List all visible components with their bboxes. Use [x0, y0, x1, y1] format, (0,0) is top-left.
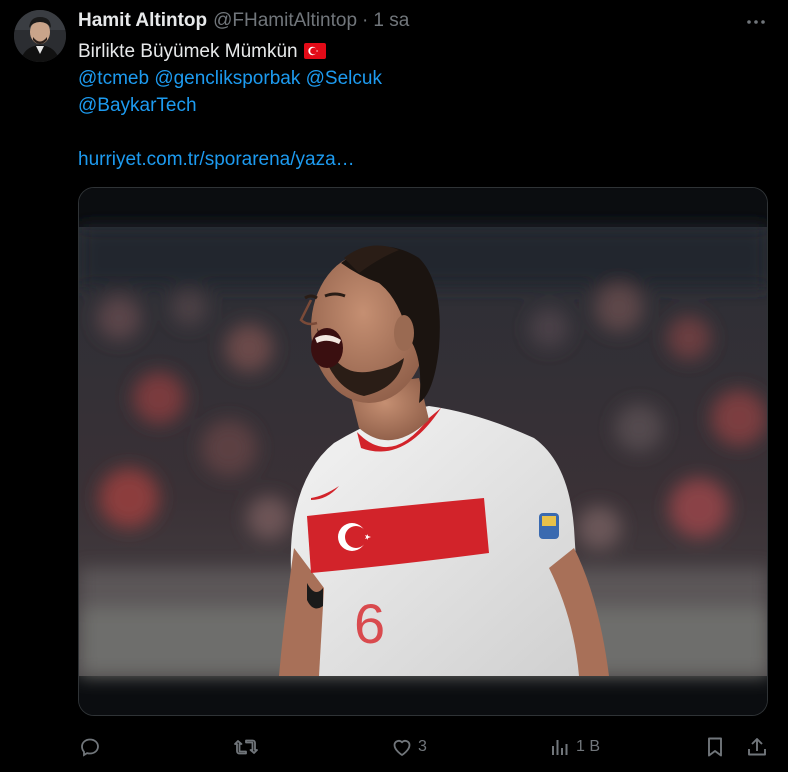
- views-button[interactable]: 1 B: [548, 734, 600, 760]
- tweet-text-line-1: Birlikte Büyümek Mümkün: [78, 38, 758, 65]
- like-button[interactable]: 3: [390, 734, 427, 760]
- media-card[interactable]: 6: [78, 187, 768, 716]
- share-button[interactable]: [745, 734, 769, 760]
- action-bar: 3 1 B: [0, 734, 788, 760]
- tweet-text-line-3: @BaykarTech: [78, 92, 758, 119]
- avatar[interactable]: [14, 10, 66, 62]
- jersey-number: 6: [354, 592, 385, 655]
- author-handle[interactable]: @FHamitAltintop: [213, 10, 357, 32]
- avatar-image: [14, 10, 66, 62]
- bookmark-button[interactable]: [704, 734, 726, 760]
- reply-icon: [78, 735, 102, 759]
- tweet-text-body: Birlikte Büyümek Mümkün: [78, 41, 298, 62]
- tweet[interactable]: Hamit Altintop @FHamitAltintop · 1 sa Bi…: [0, 0, 788, 772]
- mention-baykartech[interactable]: @BaykarTech: [78, 95, 197, 116]
- retweet-icon: [233, 735, 259, 759]
- tweet-text-line-5: hurriyet.com.tr/sporarena/yaza…: [78, 146, 758, 173]
- heart-icon: [390, 735, 414, 759]
- views-chart-icon: [548, 735, 572, 759]
- bookmark-icon: [704, 735, 726, 759]
- timestamp[interactable]: 1 sa: [373, 10, 409, 32]
- author-name[interactable]: Hamit Altintop: [78, 10, 207, 32]
- share-icon: [745, 735, 769, 759]
- retweet-button[interactable]: [233, 734, 259, 760]
- tweet-text-line-2: @tcmeb @gencliksporbak @Selcuk: [78, 65, 758, 92]
- tweet-text: Birlikte Büyümek Mümkün @tcmeb @gencliks…: [78, 38, 758, 173]
- player-photo: 6: [79, 188, 767, 715]
- turkey-flag-icon: [303, 40, 326, 67]
- tweet-header: Hamit Altintop @FHamitAltintop · 1 sa: [78, 8, 409, 34]
- article-link[interactable]: hurriyet.com.tr/sporarena/yaza…: [78, 149, 355, 170]
- separator-dot: ·: [362, 10, 369, 31]
- reply-button[interactable]: [78, 734, 102, 760]
- mention-gencliksporbak[interactable]: @gencliksporbak: [154, 68, 300, 89]
- mention-selcuk[interactable]: @Selcuk: [306, 68, 382, 89]
- like-count: 3: [418, 738, 427, 755]
- more-options-icon[interactable]: [744, 10, 768, 34]
- views-count: 1 B: [576, 738, 601, 755]
- mention-tcmeb[interactable]: @tcmeb: [78, 68, 149, 89]
